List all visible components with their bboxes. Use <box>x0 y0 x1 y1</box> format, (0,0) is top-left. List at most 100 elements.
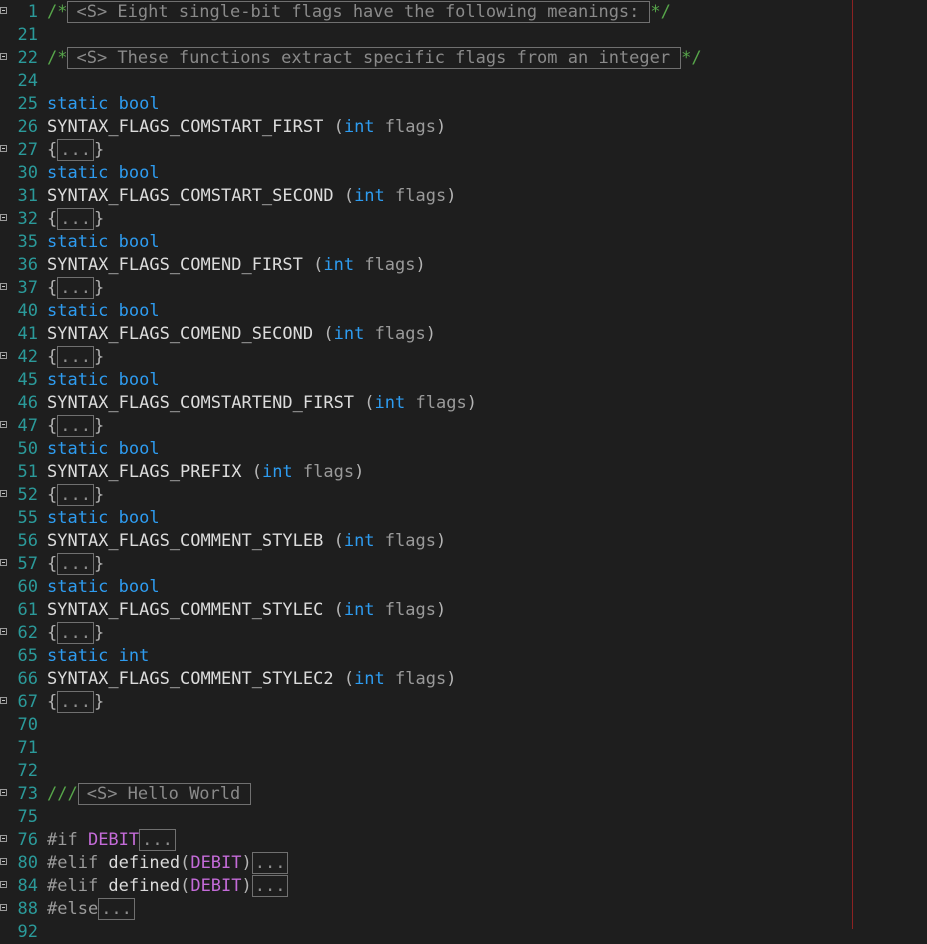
code-line[interactable]: 41 SYNTAX_FLAGS_COMEND_SECOND (int flags) <box>0 323 850 346</box>
code-text[interactable]: /* <S> Eight single-bit flags have the fo… <box>47 1 671 24</box>
code-text[interactable]: {...} <box>47 415 104 438</box>
collapsed-comment-region[interactable]: <S> These functions extract specific fla… <box>67 47 682 69</box>
code-text[interactable]: static bool <box>47 438 160 461</box>
code-text[interactable]: SYNTAX_FLAGS_COMSTART_SECOND (int flags) <box>47 185 456 208</box>
code-text[interactable]: SYNTAX_FLAGS_COMMENT_STYLEC2 (int flags) <box>47 668 456 691</box>
code-line[interactable]: 46 SYNTAX_FLAGS_COMSTARTEND_FIRST (int fl… <box>0 392 850 415</box>
code-line[interactable]: 67 {...} <box>0 691 850 714</box>
code-text[interactable]: SYNTAX_FLAGS_COMMENT_STYLEB (int flags) <box>47 530 446 553</box>
code-text[interactable]: SYNTAX_FLAGS_COMSTART_FIRST (int flags) <box>47 116 446 139</box>
code-text[interactable]: #elif defined(DEBIT)... <box>47 875 289 898</box>
code-line[interactable]: 24 <box>0 70 850 93</box>
collapsed-region-marker[interactable]: ... <box>57 691 94 713</box>
code-text[interactable]: static bool <box>47 93 160 116</box>
code-line[interactable]: 26 SYNTAX_FLAGS_COMSTART_FIRST (int flags… <box>0 116 850 139</box>
collapsed-region-marker[interactable]: ... <box>57 277 94 299</box>
code-editor[interactable]: 1/* <S> Eight single-bit flags have the f… <box>0 0 927 942</box>
code-line[interactable]: 52 {...} <box>0 484 850 507</box>
code-text[interactable]: {...} <box>47 484 104 507</box>
code-text[interactable]: {...} <box>47 277 104 300</box>
collapsed-region-marker[interactable]: ... <box>57 139 94 161</box>
collapsed-region-marker[interactable]: ... <box>57 415 94 437</box>
punctuation-token: { <box>47 692 58 712</box>
code-text[interactable]: ///<S> Hello World <box>47 783 252 806</box>
code-line[interactable]: 22 /* <S> These functions extract specific… <box>0 47 850 70</box>
code-line[interactable]: 73 ///<S> Hello World <box>0 783 850 806</box>
code-line[interactable]: 66 SYNTAX_FLAGS_COMMENT_STYLEC2 (int flag… <box>0 668 850 691</box>
code-text[interactable]: static bool <box>47 162 160 185</box>
collapsed-region-marker[interactable]: ... <box>57 484 94 506</box>
collapsed-region-marker[interactable]: ... <box>139 829 176 851</box>
code-line[interactable]: 25 static bool <box>0 93 850 116</box>
code-line[interactable]: 84 #elif defined(DEBIT)... <box>0 875 850 898</box>
code-line[interactable]: 72 <box>0 760 850 783</box>
keyword-token: int <box>354 186 385 206</box>
code-text[interactable]: #if DEBIT... <box>47 829 176 852</box>
code-text[interactable]: #elif defined(DEBIT)... <box>47 852 289 875</box>
collapsed-region-marker[interactable]: ... <box>57 208 94 230</box>
code-text[interactable]: /* <S> These functions extract specific f… <box>47 47 702 70</box>
collapsed-region-marker[interactable]: ... <box>57 622 94 644</box>
code-line[interactable]: 65 static int <box>0 645 850 668</box>
code-line[interactable]: 61 SYNTAX_FLAGS_COMMENT_STYLEC (int flags… <box>0 599 850 622</box>
line-number: 66 <box>17 669 38 689</box>
code-text[interactable]: #else... <box>47 898 135 921</box>
code-text[interactable]: {...} <box>47 622 104 645</box>
code-text[interactable]: {...} <box>47 208 104 231</box>
code-text[interactable]: {...} <box>47 139 104 162</box>
code-line[interactable]: 30 static bool <box>0 162 850 185</box>
code-line[interactable]: 76 #if DEBIT... <box>0 829 850 852</box>
code-text[interactable]: static bool <box>47 507 160 530</box>
code-text[interactable]: {...} <box>47 346 104 369</box>
code-text[interactable]: static bool <box>47 576 160 599</box>
code-line[interactable]: 75 <box>0 806 850 829</box>
code-line[interactable]: 50 static bool <box>0 438 850 461</box>
code-text[interactable]: SYNTAX_FLAGS_COMEND_FIRST (int flags) <box>47 254 426 277</box>
code-line[interactable]: 62 {...} <box>0 622 850 645</box>
code-line[interactable]: 80 #elif defined(DEBIT)... <box>0 852 850 875</box>
punctuation-token: { <box>47 416 58 436</box>
code-text[interactable]: SYNTAX_FLAGS_COMEND_SECOND (int flags) <box>47 323 436 346</box>
code-line[interactable]: 32 {...} <box>0 208 850 231</box>
code-line[interactable]: 55 static bool <box>0 507 850 530</box>
identifier-token: defined <box>108 876 181 896</box>
collapsed-region-marker[interactable]: ... <box>57 346 94 368</box>
code-line[interactable]: 40 static bool <box>0 300 850 323</box>
code-text[interactable]: static bool <box>47 369 160 392</box>
code-line[interactable]: 45 static bool <box>0 369 850 392</box>
collapsed-region-marker[interactable]: ... <box>98 898 135 920</box>
code-text[interactable]: static bool <box>47 231 160 254</box>
comment-token: /// <box>47 784 78 804</box>
line-number: 65 <box>17 646 38 666</box>
code-line[interactable]: 1 /* <S> Eight single-bit flags have the f… <box>0 1 850 24</box>
code-line[interactable]: 36 SYNTAX_FLAGS_COMEND_FIRST (int flags) <box>0 254 850 277</box>
code-line[interactable]: 21 <box>0 24 850 47</box>
code-text[interactable]: {...} <box>47 553 104 576</box>
code-text[interactable]: static int <box>47 645 149 668</box>
code-line[interactable]: 42 {...} <box>0 346 850 369</box>
code-line[interactable]: 88 #else... <box>0 898 850 921</box>
code-line[interactable]: 37 {...} <box>0 277 850 300</box>
collapsed-comment-region[interactable]: <S> Hello World <box>77 783 252 805</box>
code-line[interactable]: 31 SYNTAX_FLAGS_COMSTART_SECOND (int flag… <box>0 185 850 208</box>
code-text[interactable]: {...} <box>47 691 104 714</box>
code-line[interactable]: 35 static bool <box>0 231 850 254</box>
code-line[interactable]: 51 SYNTAX_FLAGS_PREFIX (int flags) <box>0 461 850 484</box>
code-text[interactable]: SYNTAX_FLAGS_COMMENT_STYLEC (int flags) <box>47 599 446 622</box>
code-line[interactable]: 47 {...} <box>0 415 850 438</box>
code-line[interactable]: 92 <box>0 921 850 944</box>
line-number: 71 <box>17 738 38 758</box>
code-text[interactable]: SYNTAX_FLAGS_PREFIX (int flags) <box>47 461 364 484</box>
collapsed-region-marker[interactable]: ... <box>251 875 289 897</box>
code-line[interactable]: 70 <box>0 714 850 737</box>
code-line[interactable]: 27 {...} <box>0 139 850 162</box>
code-line[interactable]: 57 {...} <box>0 553 850 576</box>
code-text[interactable]: static bool <box>47 300 160 323</box>
code-line[interactable]: 56 SYNTAX_FLAGS_COMMENT_STYLEB (int flags… <box>0 530 850 553</box>
collapsed-comment-region[interactable]: <S> Eight single-bit flags have the foll… <box>67 1 651 23</box>
code-line[interactable]: 60 static bool <box>0 576 850 599</box>
code-line[interactable]: 71 <box>0 737 850 760</box>
collapsed-region-marker[interactable]: ... <box>251 852 289 874</box>
code-text[interactable]: SYNTAX_FLAGS_COMSTARTEND_FIRST (int flag… <box>47 392 477 415</box>
collapsed-region-marker[interactable]: ... <box>57 553 94 575</box>
